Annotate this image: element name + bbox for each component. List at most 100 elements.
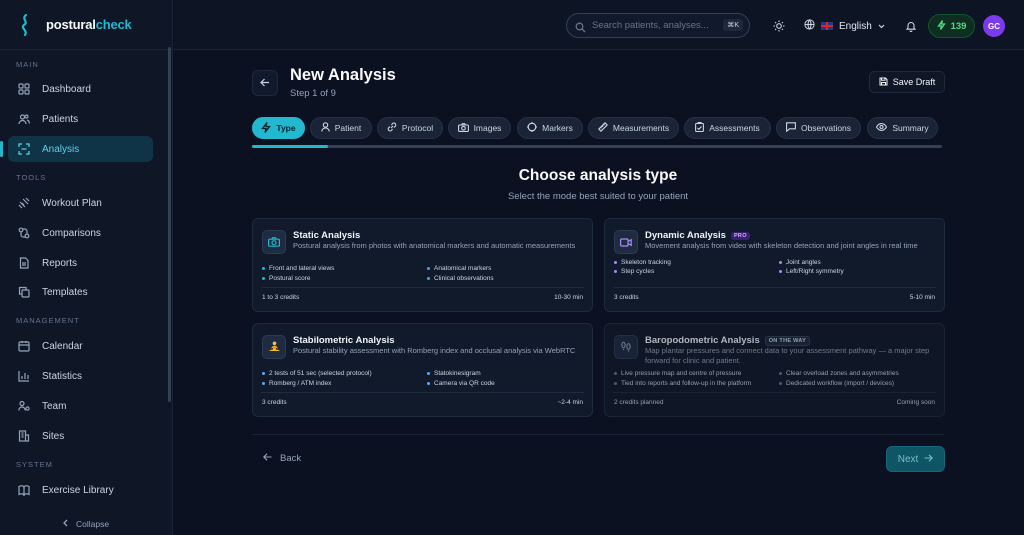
card-divider <box>613 392 936 393</box>
card-feature: Postural score <box>262 275 311 282</box>
sidebar-item-reports[interactable]: Reports <box>8 250 153 276</box>
save-icon <box>879 77 888 88</box>
book-icon <box>17 484 30 497</box>
card-duration: 5-10 min <box>909 294 935 301</box>
top-header: ⌘K English 139 GC <box>174 0 1024 50</box>
sidebar-item-analysis[interactable]: Analysis <box>0 136 153 162</box>
card-stabilometric-analysis[interactable]: Stabilometric Analysis Postural stabilit… <box>252 323 593 417</box>
crosshair-icon <box>527 122 538 134</box>
step-observations[interactable]: Observations <box>776 117 861 139</box>
sidebar-item-label: Comparisons <box>42 227 101 239</box>
card-credits: 1 to 3 credits <box>262 294 300 301</box>
clipboard-icon <box>695 122 705 134</box>
card-feature: Skeleton tracking <box>614 259 671 266</box>
arrow-right-icon <box>924 453 934 465</box>
sidebar-item-exercise-library[interactable]: Exercise Library <box>8 477 153 503</box>
link-icon <box>387 122 397 134</box>
page-title: New Analysis <box>290 66 396 84</box>
section-tools: TOOLS <box>16 173 47 182</box>
sidebar-item-label: Templates <box>42 286 88 298</box>
step-assessments[interactable]: Assessments <box>684 117 771 139</box>
section-system: SYSTEM <box>16 460 53 469</box>
sidebar-item-workout-plan[interactable]: Workout Plan <box>8 190 153 216</box>
save-draft-button[interactable]: Save Draft <box>869 71 945 93</box>
sidebar-item-dashboard[interactable]: Dashboard <box>8 76 153 102</box>
step-images[interactable]: Images <box>448 117 511 139</box>
calendar-icon <box>17 340 30 353</box>
sidebar-item-statistics[interactable]: Statistics <box>8 363 153 389</box>
footer-divider <box>252 434 944 435</box>
card-title: Baropodometric Analysis ON THE WAY <box>645 335 811 346</box>
meditation-icon <box>262 335 286 359</box>
collapse-button[interactable]: Collapse <box>62 519 109 529</box>
step-measurements[interactable]: Measurements <box>588 117 679 139</box>
step-indicator: Step 1 of 9 <box>290 88 336 99</box>
users-icon <box>17 113 30 126</box>
sun-icon[interactable] <box>773 19 785 32</box>
card-description: Movement analysis from video with skelet… <box>645 241 918 250</box>
sidebar-item-label: Reports <box>42 257 78 269</box>
card-baropodometric-analysis: Baropodometric Analysis ON THE WAY Map pl… <box>604 323 945 417</box>
next-button[interactable]: Next <box>886 446 945 472</box>
save-draft-label: Save Draft <box>892 77 936 87</box>
card-description: Map plantar pressures and connect data t… <box>645 346 930 365</box>
card-feature: Step cycles <box>614 268 654 275</box>
section-title: Choose analysis type <box>518 167 678 184</box>
card-feature: Clinical observations <box>427 275 494 282</box>
back-button[interactable]: Back <box>263 453 301 464</box>
card-description: Postural stability assessment with Rombe… <box>293 346 576 355</box>
app: posturalcheck MAIN TOOLS MANAGEMENT SYST… <box>0 0 1024 535</box>
sidebar-item-label: Team <box>42 400 67 412</box>
card-feature: Anatomical markers <box>427 265 491 272</box>
chevron-left-icon <box>62 519 68 529</box>
sidebar-item-templates[interactable]: Templates <box>8 279 153 305</box>
search-icon <box>575 20 586 33</box>
arrow-left-icon <box>260 74 270 92</box>
language-selector[interactable]: English <box>804 19 885 33</box>
back-label: Back <box>280 453 302 464</box>
card-feature: Statokinesigram <box>427 370 481 377</box>
sidebar-item-team[interactable]: Team <box>8 393 153 419</box>
sidebar-item-label: Exercise Library <box>42 484 114 496</box>
step-protocol[interactable]: Protocol <box>377 117 443 139</box>
step-type[interactable]: Type <box>252 117 305 139</box>
brand-logo[interactable]: posturalcheck <box>0 0 172 50</box>
collapse-label: Collapse <box>76 519 110 529</box>
globe-icon <box>804 19 815 33</box>
bell-icon[interactable] <box>905 19 917 33</box>
lightning-icon <box>936 19 946 33</box>
search-shortcut: ⌘K <box>723 19 743 31</box>
card-dynamic-analysis[interactable]: Dynamic Analysis PRO Movement analysis fr… <box>604 218 945 312</box>
search-input[interactable] <box>592 20 722 31</box>
step-patient[interactable]: Patient <box>310 117 372 139</box>
card-title: Dynamic Analysis PRO <box>645 230 750 241</box>
avatar[interactable]: GC <box>983 15 1005 37</box>
lightning-icon <box>261 121 272 135</box>
credits-badge[interactable]: 139 <box>928 14 975 38</box>
sidebar-scrollbar[interactable] <box>168 47 171 402</box>
card-credits: 3 credits <box>614 294 639 301</box>
card-title: Stabilometric Analysis <box>293 335 395 346</box>
grid-icon <box>17 83 30 96</box>
sidebar-item-sites[interactable]: Sites <box>8 423 153 449</box>
sidebar-item-label: Patients <box>42 113 79 125</box>
sidebar: posturalcheck MAIN TOOLS MANAGEMENT SYST… <box>0 0 173 535</box>
section-subtitle: Select the mode best suited to your pati… <box>507 191 689 202</box>
sidebar-item-patients[interactable]: Patients <box>8 106 153 132</box>
back-arrow-button[interactable] <box>252 70 278 96</box>
spine-logo-icon <box>21 13 28 36</box>
step-markers[interactable]: Markers <box>517 117 583 139</box>
sidebar-item-comparisons[interactable]: Comparisons <box>8 220 153 246</box>
on-the-way-badge: ON THE WAY <box>764 335 811 346</box>
sidebar-item-label: Dashboard <box>42 83 91 95</box>
sidebar-item-calendar[interactable]: Calendar <box>8 333 153 359</box>
section-management: MANAGEMENT <box>16 316 80 325</box>
scan-icon <box>17 143 30 156</box>
card-feature: Joint angles <box>779 259 821 266</box>
pro-badge: PRO <box>730 231 750 240</box>
card-static-analysis[interactable]: Static Analysis Postural analysis from p… <box>252 218 593 312</box>
search-bar[interactable]: ⌘K <box>566 13 750 38</box>
step-summary[interactable]: Summary <box>867 117 938 139</box>
sidebar-item-label: Sites <box>42 430 65 442</box>
card-feature: Romberg / ATM index <box>262 380 331 387</box>
